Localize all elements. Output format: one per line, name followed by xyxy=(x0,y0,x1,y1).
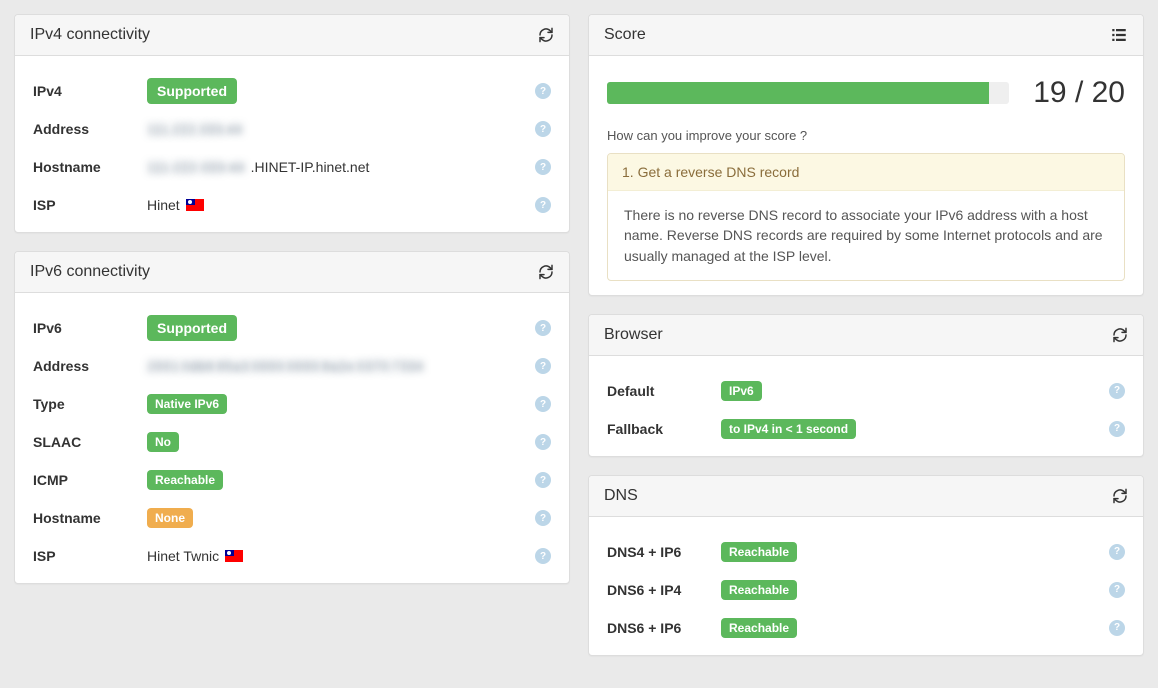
ipv4-row-ipv4: IPv4 Supported ? xyxy=(33,72,551,110)
ipv6-row-ipv6: IPv6 Supported ? xyxy=(33,309,551,347)
row-label: SLAAC xyxy=(33,434,147,450)
row-label: Type xyxy=(33,396,147,412)
supported-badge: Supported xyxy=(147,315,237,341)
row-label: Default xyxy=(607,383,721,399)
help-icon[interactable]: ? xyxy=(1109,544,1125,560)
ipv4-row-address: Address 111.222.333.44 ? xyxy=(33,110,551,148)
ipv6-row-slaac: SLAAC No ? xyxy=(33,423,551,461)
row-label: Fallback xyxy=(607,421,721,437)
fallback-badge: to IPv4 in < 1 second xyxy=(721,419,856,439)
flag-icon xyxy=(225,550,243,562)
refresh-icon[interactable] xyxy=(538,27,554,43)
help-icon[interactable]: ? xyxy=(535,510,551,526)
help-icon[interactable]: ? xyxy=(535,159,551,175)
score-tip-body: There is no reverse DNS record to associ… xyxy=(608,191,1124,280)
help-icon[interactable]: ? xyxy=(535,83,551,99)
row-label: DNS6 + IP6 xyxy=(607,620,721,636)
reachable-badge: Reachable xyxy=(721,618,797,638)
isp-value: Hinet xyxy=(147,197,180,213)
help-icon[interactable]: ? xyxy=(1109,383,1125,399)
help-icon[interactable]: ? xyxy=(1109,421,1125,437)
help-icon[interactable]: ? xyxy=(535,320,551,336)
help-icon[interactable]: ? xyxy=(535,434,551,450)
score-bar-wrap: 19 / 20 xyxy=(607,72,1125,124)
browser-heading: Browser xyxy=(589,315,1143,356)
ipv6-row-address: Address 2001:0db8:85a3:0000:0000:8a2e:03… xyxy=(33,347,551,385)
ipv4-address-value: 111.222.333.44 xyxy=(147,121,242,137)
dns-heading: DNS xyxy=(589,476,1143,517)
row-label: DNS4 + IP6 xyxy=(607,544,721,560)
ipv4-row-hostname: Hostname 111-222-333-44 .HINET-IP.hinet.n… xyxy=(33,148,551,186)
ipv6-heading: IPv6 connectivity xyxy=(15,252,569,293)
reachable-badge: Reachable xyxy=(721,580,797,600)
refresh-icon[interactable] xyxy=(1112,327,1128,343)
score-improve-question: How can you improve your score ? xyxy=(607,124,1125,153)
ipv4-title: IPv4 connectivity xyxy=(30,26,150,44)
dns-row: DNS4 + IP6 Reachable ? xyxy=(607,533,1125,571)
score-progress-fill xyxy=(607,82,989,104)
score-tip: 1. Get a reverse DNS record There is no … xyxy=(607,153,1125,281)
browser-row-fallback: Fallback to IPv4 in < 1 second ? xyxy=(607,410,1125,448)
row-label: ICMP xyxy=(33,472,147,488)
score-tip-title: 1. Get a reverse DNS record xyxy=(608,154,1124,191)
score-title: Score xyxy=(604,26,646,44)
score-progress-bar xyxy=(607,82,1009,104)
row-label: ISP xyxy=(33,197,147,213)
ipv6-row-type: Type Native IPv6 ? xyxy=(33,385,551,423)
list-icon[interactable] xyxy=(1110,26,1128,44)
help-icon[interactable]: ? xyxy=(535,358,551,374)
help-icon[interactable]: ? xyxy=(1109,582,1125,598)
supported-badge: Supported xyxy=(147,78,237,104)
row-label: ISP xyxy=(33,548,147,564)
type-badge: Native IPv6 xyxy=(147,394,227,414)
hostname-blurred: 111-222-333-44 xyxy=(147,159,245,175)
refresh-icon[interactable] xyxy=(538,264,554,280)
row-label: DNS6 + IP4 xyxy=(607,582,721,598)
isp-value: Hinet Twnic xyxy=(147,548,219,564)
ipv6-panel: IPv6 connectivity IPv6 Supported ? Addre… xyxy=(14,251,570,584)
dns-panel: DNS DNS4 + IP6 Reachable ? DNS6 + IP4 Re… xyxy=(588,475,1144,656)
browser-panel: Browser Default IPv6 ? Fallback to IPv4 … xyxy=(588,314,1144,457)
score-value-text: 19 / 20 xyxy=(1033,76,1125,110)
score-panel: Score 19 / 20 How can you improve your s… xyxy=(588,14,1144,296)
right-column: Score 19 / 20 How can you improve your s… xyxy=(588,14,1144,674)
refresh-icon[interactable] xyxy=(1112,488,1128,504)
score-heading: Score xyxy=(589,15,1143,56)
hostname-suffix: .HINET-IP.hinet.net xyxy=(251,159,370,175)
dns-title: DNS xyxy=(604,487,638,505)
icmp-badge: Reachable xyxy=(147,470,223,490)
ipv4-row-isp: ISP Hinet ? xyxy=(33,186,551,224)
left-column: IPv4 connectivity IPv4 Supported ? Addre… xyxy=(14,14,570,674)
browser-row-default: Default IPv6 ? xyxy=(607,372,1125,410)
row-label: IPv6 xyxy=(33,320,147,336)
ipv4-panel: IPv4 connectivity IPv4 Supported ? Addre… xyxy=(14,14,570,233)
row-label: Address xyxy=(33,358,147,374)
ipv6-address-value: 2001:0db8:85a3:0000:0000:8a2e:0370:7334 xyxy=(147,358,423,374)
ipv6-title: IPv6 connectivity xyxy=(30,263,150,281)
row-label: Hostname xyxy=(33,159,147,175)
help-icon[interactable]: ? xyxy=(535,396,551,412)
hostname-badge: None xyxy=(147,508,193,528)
reachable-badge: Reachable xyxy=(721,542,797,562)
flag-icon xyxy=(186,199,204,211)
row-label: Address xyxy=(33,121,147,137)
ipv6-row-isp: ISP Hinet Twnic ? xyxy=(33,537,551,575)
dns-row: DNS6 + IP6 Reachable ? xyxy=(607,609,1125,647)
help-icon[interactable]: ? xyxy=(535,548,551,564)
ipv4-heading: IPv4 connectivity xyxy=(15,15,569,56)
row-label: Hostname xyxy=(33,510,147,526)
ipv6-row-icmp: ICMP Reachable ? xyxy=(33,461,551,499)
help-icon[interactable]: ? xyxy=(535,197,551,213)
help-icon[interactable]: ? xyxy=(535,472,551,488)
default-badge: IPv6 xyxy=(721,381,762,401)
ipv6-row-hostname: Hostname None ? xyxy=(33,499,551,537)
dns-row: DNS6 + IP4 Reachable ? xyxy=(607,571,1125,609)
help-icon[interactable]: ? xyxy=(1109,620,1125,636)
browser-title: Browser xyxy=(604,326,663,344)
slaac-badge: No xyxy=(147,432,179,452)
row-label: IPv4 xyxy=(33,83,147,99)
help-icon[interactable]: ? xyxy=(535,121,551,137)
